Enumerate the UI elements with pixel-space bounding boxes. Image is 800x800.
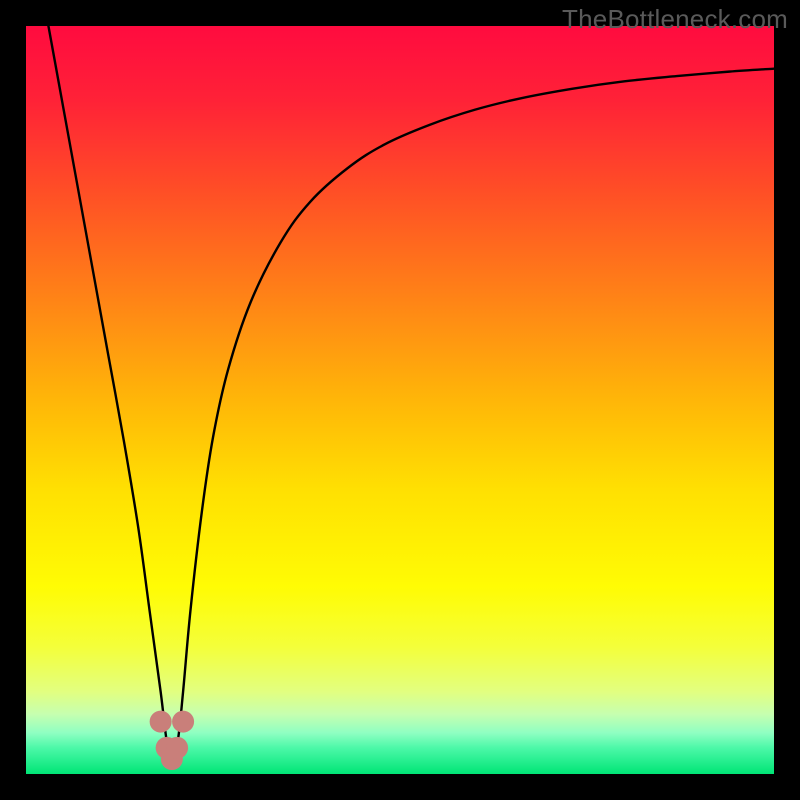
plot-area xyxy=(26,26,774,774)
watermark-text: TheBottleneck.com xyxy=(562,4,788,35)
chart-frame: TheBottleneck.com xyxy=(0,0,800,800)
minimum-marker xyxy=(150,711,172,733)
minimum-marker xyxy=(172,711,194,733)
minimum-marker xyxy=(166,737,188,759)
bottleneck-chart-svg xyxy=(26,26,774,774)
